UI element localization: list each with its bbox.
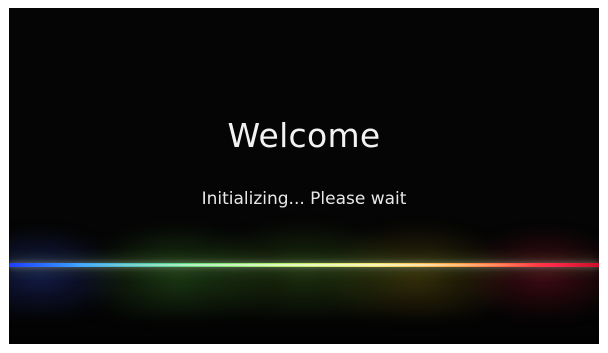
status-message: Initializing... Please wait bbox=[201, 189, 407, 209]
splash-screen: Welcome Initializing... Please wait bbox=[9, 8, 599, 344]
bottom-shade bbox=[9, 266, 599, 344]
welcome-title: Welcome bbox=[227, 116, 381, 155]
